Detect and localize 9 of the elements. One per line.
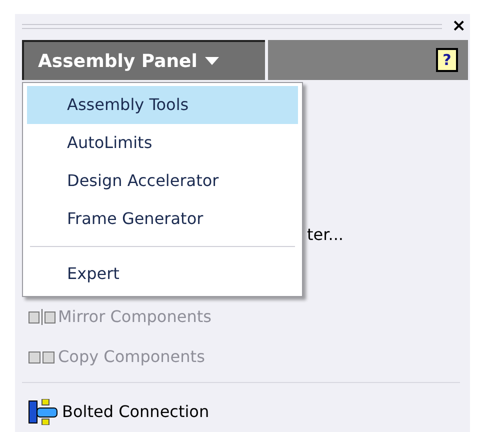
- bolt-icon: [28, 398, 60, 424]
- panel-dropdown[interactable]: Assembly Panel: [22, 40, 265, 80]
- close-button[interactable]: ×: [452, 18, 466, 34]
- tool-item[interactable]: ter...: [307, 223, 344, 247]
- help-button[interactable]: ?: [436, 48, 458, 72]
- caret-icon: [205, 57, 220, 65]
- mirror-blocks-icon: [28, 308, 56, 326]
- menu-item[interactable]: Assembly Tools: [27, 86, 298, 124]
- tool-item[interactable]: Bolted Connection: [62, 400, 210, 424]
